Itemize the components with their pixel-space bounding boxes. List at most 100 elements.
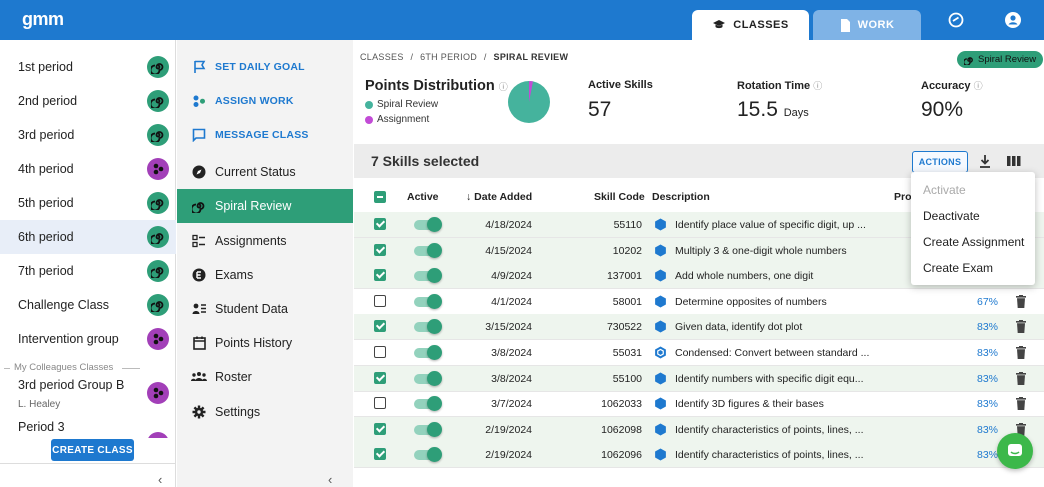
menu-item-create-exam[interactable]: Create Exam xyxy=(923,261,993,275)
row-checkbox[interactable] xyxy=(374,269,386,282)
active-toggle[interactable] xyxy=(414,242,442,258)
column-header-active[interactable]: Active xyxy=(407,191,439,203)
trash-icon[interactable] xyxy=(1016,346,1026,359)
breadcrumb-item[interactable]: CLASSES xyxy=(360,52,404,62)
skill-description[interactable]: Identify 3D figures & their bases xyxy=(675,398,824,410)
nav-item-current-status[interactable]: Current Status xyxy=(177,155,353,188)
table-row[interactable]: 3/8/2024 55100 Identify numbers with speci… xyxy=(354,365,1044,392)
active-toggle[interactable] xyxy=(414,268,442,284)
account-icon[interactable] xyxy=(1003,10,1023,30)
skill-description[interactable]: Determine opposites of numbers xyxy=(675,296,827,308)
trash-icon[interactable] xyxy=(1016,320,1026,334)
row-checkbox[interactable] xyxy=(374,448,386,461)
date-added: 2/19/2024 xyxy=(485,423,532,436)
class-item-4th-period[interactable]: 4th period xyxy=(0,152,176,186)
class-item-7th-period[interactable]: 7th period xyxy=(0,254,176,288)
active-toggle[interactable] xyxy=(414,421,442,437)
skill-description[interactable]: Identify numbers with specific digit equ… xyxy=(675,373,864,385)
skill-description[interactable]: Multiply 3 & one-digit whole numbers xyxy=(675,245,847,257)
active-toggle[interactable] xyxy=(414,319,442,335)
active-toggle[interactable] xyxy=(414,370,442,386)
set-daily-goal-button[interactable]: SET DAILY GOAL xyxy=(177,50,353,83)
breadcrumb-item[interactable]: 6TH PERIOD xyxy=(420,52,477,62)
help-icon[interactable]: ⓘ xyxy=(813,81,822,91)
column-header-date-added[interactable]: ↓ Date Added xyxy=(466,191,532,203)
row-checkbox[interactable] xyxy=(374,346,386,358)
class-item-1st-period[interactable]: 1st period xyxy=(0,50,176,84)
tab-work[interactable]: WORK xyxy=(813,10,921,40)
table-row[interactable]: 3/7/2024 1062033 Identify 3D figures & the… xyxy=(354,391,1044,418)
message-class-button[interactable]: MESSAGE CLASS xyxy=(177,118,353,151)
accuracy-label: Accuracy ⓘ xyxy=(921,79,983,92)
skill-code: 58001 xyxy=(612,295,642,308)
row-checkbox[interactable] xyxy=(374,397,386,410)
row-checkbox[interactable] xyxy=(374,422,386,435)
class-item-colleague-period-3[interactable]: Period 3 xyxy=(0,416,176,438)
list-icon xyxy=(191,233,207,249)
skill-description[interactable]: Identify characteristics of points, line… xyxy=(675,449,864,461)
skill-description[interactable]: Identify characteristics of points, line… xyxy=(675,424,864,436)
class-item-3rd-period[interactable]: 3rd period xyxy=(0,118,176,152)
class-label: Period 3 xyxy=(18,420,65,434)
trash-icon[interactable] xyxy=(1016,294,1026,308)
chevron-left-icon[interactable]: ‹ xyxy=(158,472,162,487)
nav-label: Student Data xyxy=(215,301,288,316)
nav-item-settings[interactable]: Settings xyxy=(177,395,353,428)
column-header-description[interactable]: Description xyxy=(652,191,710,203)
tab-classes[interactable]: CLASSES xyxy=(692,10,809,40)
app-logo[interactable]: gmm xyxy=(22,9,64,30)
nav-item-points-history[interactable]: Points History xyxy=(177,326,353,359)
column-header-skill-code[interactable]: Skill Code xyxy=(594,191,645,203)
nav-item-roster[interactable]: Roster xyxy=(177,360,353,393)
chevron-left-icon[interactable]: ‹ xyxy=(328,472,332,487)
active-toggle[interactable] xyxy=(414,447,442,463)
active-toggle[interactable] xyxy=(414,396,442,412)
class-item-2nd-period[interactable]: 2nd period xyxy=(0,84,176,118)
proficiency-percent: 83% xyxy=(976,449,998,462)
trash-icon[interactable] xyxy=(1016,371,1026,385)
columns-icon[interactable] xyxy=(1006,153,1022,169)
row-checkbox[interactable] xyxy=(374,218,386,230)
gauge-icon[interactable] xyxy=(946,10,966,30)
skill-description[interactable]: Identify place value of specific digit, … xyxy=(675,219,866,231)
table-row[interactable]: 3/15/2024 730522 Given data, identify dot … xyxy=(354,314,1044,341)
nav-item-exams[interactable]: Exams xyxy=(177,258,353,291)
assign-work-button[interactable]: ASSIGN WORK xyxy=(177,84,353,117)
table-row[interactable]: 3/8/2024 55031 Condensed: Convert between … xyxy=(354,340,1044,366)
row-checkbox[interactable] xyxy=(374,320,386,333)
accuracy-value: 90% xyxy=(921,98,964,121)
nav-item-spiral-review[interactable]: Spiral Review xyxy=(177,189,353,223)
select-all-checkbox[interactable] xyxy=(374,191,386,203)
download-icon[interactable] xyxy=(977,153,993,169)
table-row[interactable]: 2/19/2024 1062098 Identify characteristics… xyxy=(354,416,1044,443)
class-item-intervention-group[interactable]: Intervention group xyxy=(0,322,176,356)
class-item-challenge-class[interactable]: Challenge Class xyxy=(0,288,176,322)
menu-item-deactivate[interactable]: Deactivate xyxy=(923,209,980,223)
skill-description[interactable]: Add whole numbers, one digit xyxy=(675,270,813,282)
class-item-6th-period[interactable]: 6th period xyxy=(0,220,176,254)
actions-button[interactable]: ACTIONS xyxy=(912,151,968,173)
row-checkbox[interactable] xyxy=(374,294,386,307)
nav-item-student-data[interactable]: Student Data xyxy=(177,292,353,325)
row-checkbox[interactable] xyxy=(374,243,386,256)
compass-icon xyxy=(191,164,207,180)
trash-icon[interactable] xyxy=(1016,397,1026,411)
class-item-colleague-3rd-period-group-b[interactable]: 3rd period Group B xyxy=(0,374,176,404)
menu-item-create-assignment[interactable]: Create Assignment xyxy=(923,235,1024,249)
hexagon-icon xyxy=(655,397,666,410)
help-icon[interactable]: ⓘ xyxy=(974,81,983,91)
active-toggle[interactable] xyxy=(414,293,442,309)
row-checkbox[interactable] xyxy=(374,371,386,384)
table-row[interactable]: 2/19/2024 1062096 Identify characteristics… xyxy=(354,442,1044,469)
table-row[interactable]: 4/1/2024 58001 Determine opposites of numb… xyxy=(354,289,1044,315)
column-header-proficiency[interactable]: Pro xyxy=(894,191,912,203)
class-item-5th-period[interactable]: 5th period xyxy=(0,186,176,220)
class-label: 7th period xyxy=(18,264,74,278)
active-toggle[interactable] xyxy=(414,345,442,360)
active-toggle[interactable] xyxy=(414,217,442,232)
skill-description[interactable]: Condensed: Convert between standard ... xyxy=(675,347,869,359)
nav-item-assignments[interactable]: Assignments xyxy=(177,224,353,257)
skill-description[interactable]: Given data, identify dot plot xyxy=(675,321,802,333)
create-class-button[interactable]: CREATE CLASS xyxy=(51,439,134,461)
chat-button[interactable] xyxy=(997,433,1033,469)
